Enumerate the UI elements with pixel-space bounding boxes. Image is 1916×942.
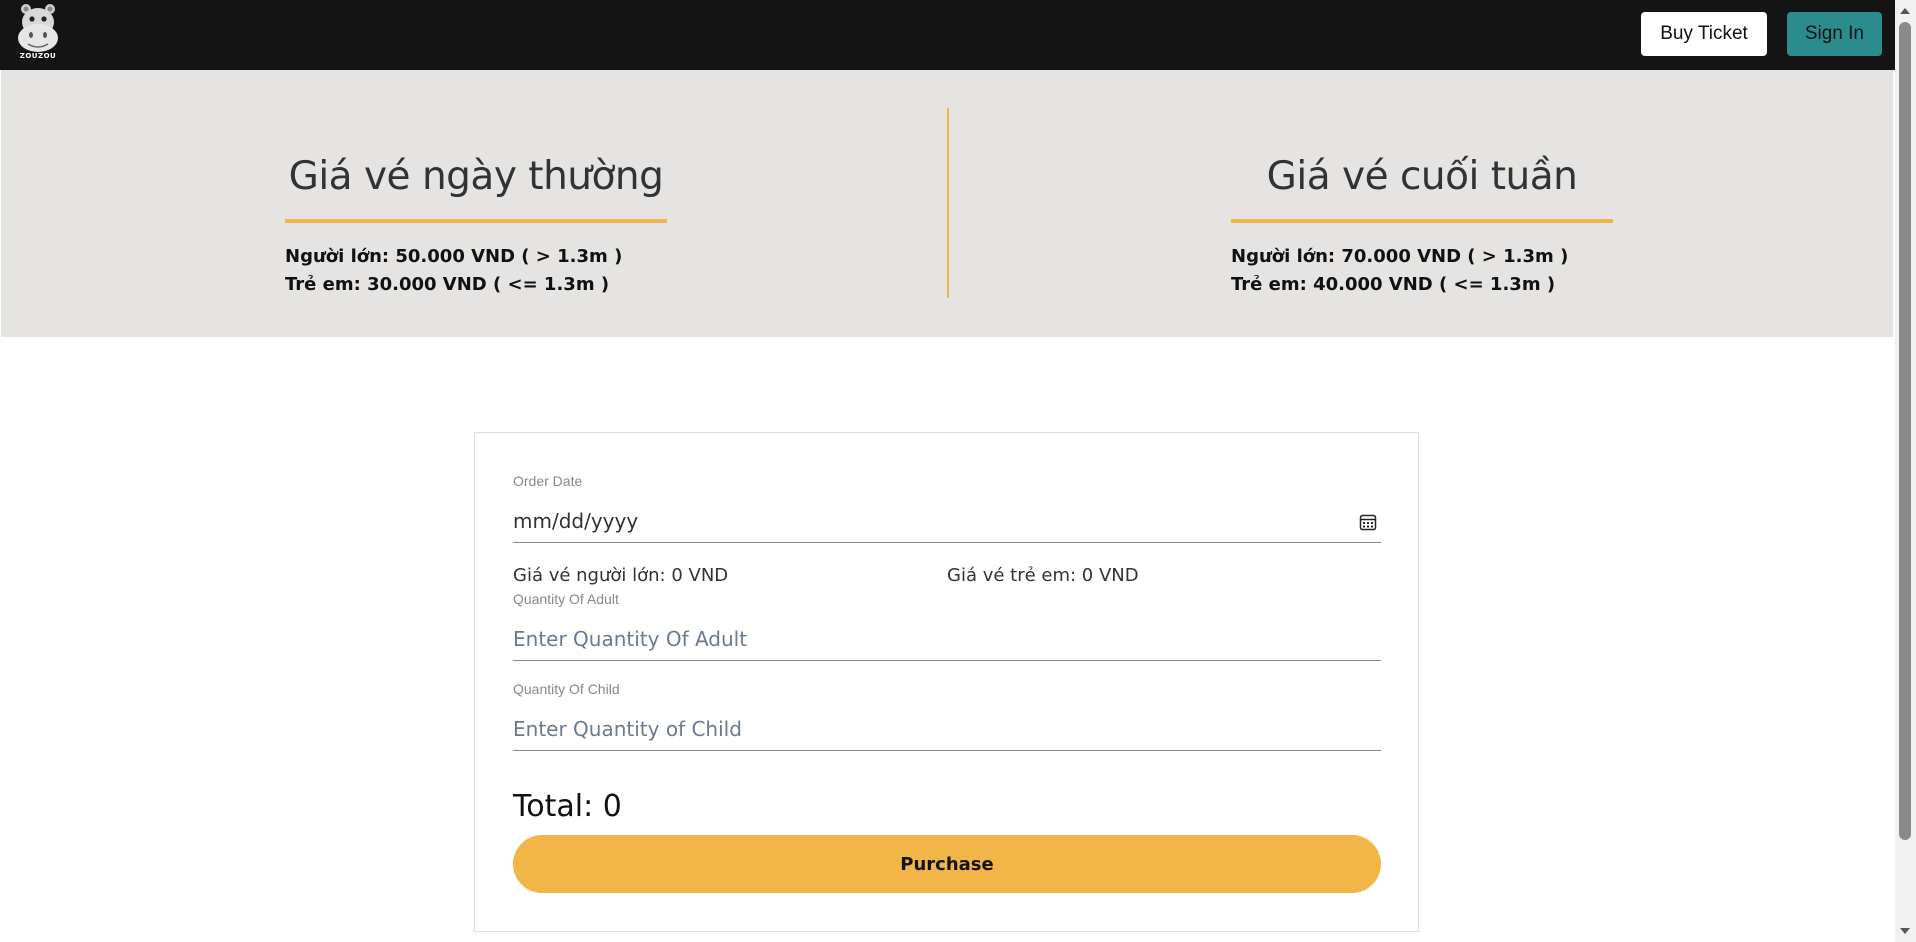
child-quantity-input[interactable] (513, 707, 1381, 751)
weekend-price-title: Giá vé cuối tuần (1266, 154, 1578, 199)
weekend-title-underline (1231, 219, 1613, 223)
order-date-label: Order Date (513, 473, 583, 489)
ticket-order-form: Order Date Giá vé người lớn: 0 VND Giá v… (474, 432, 1419, 932)
weekday-price-title: Giá vé ngày thường (288, 154, 664, 199)
adult-ticket-price-text: Giá vé người lớn: 0 VND (513, 565, 729, 586)
child-ticket-price-text: Giá vé trẻ em: 0 VND (947, 565, 1139, 586)
scroll-down-icon[interactable] (1900, 928, 1910, 934)
scroll-thumb[interactable] (1899, 22, 1911, 840)
purchase-button[interactable]: Purchase (513, 835, 1381, 893)
page: ZOUZOU Buy Ticket Sign In Giá vé ngày th… (0, 0, 1916, 942)
scroll-up-icon[interactable] (1900, 8, 1910, 14)
logo-text: ZOUZOU (19, 52, 57, 60)
adult-quantity-label: Quantity Of Adult (513, 591, 619, 607)
zouzou-logo[interactable]: ZOUZOU (12, 2, 64, 66)
buy-ticket-button[interactable]: Buy Ticket (1641, 12, 1767, 56)
sign-in-button[interactable]: Sign In (1786, 12, 1882, 56)
price-info-section: Giá vé ngày thường Người lớn: 50.000 VND… (1, 70, 1893, 337)
weekday-title-underline (285, 219, 667, 223)
weekday-child-price: Trẻ em: 30.000 VND ( <= 1.3m ) (285, 274, 610, 295)
hippo-logo-icon (18, 4, 58, 52)
order-date-input[interactable] (513, 499, 1381, 543)
order-total: Total: 0 (513, 789, 622, 824)
weekend-child-price: Trẻ em: 40.000 VND ( <= 1.3m ) (1231, 274, 1556, 295)
child-quantity-label: Quantity Of Child (513, 681, 620, 697)
adult-quantity-input[interactable] (513, 617, 1381, 661)
vertical-scrollbar[interactable] (1895, 0, 1916, 942)
calendar-icon[interactable] (1359, 513, 1377, 531)
weekday-adult-price: Người lớn: 50.000 VND ( > 1.3m ) (285, 246, 623, 267)
weekend-adult-price: Người lớn: 70.000 VND ( > 1.3m ) (1231, 246, 1569, 267)
top-navbar: ZOUZOU Buy Ticket Sign In (0, 0, 1895, 70)
price-divider (947, 108, 949, 298)
header-actions: Buy Ticket Sign In (1641, 12, 1882, 56)
